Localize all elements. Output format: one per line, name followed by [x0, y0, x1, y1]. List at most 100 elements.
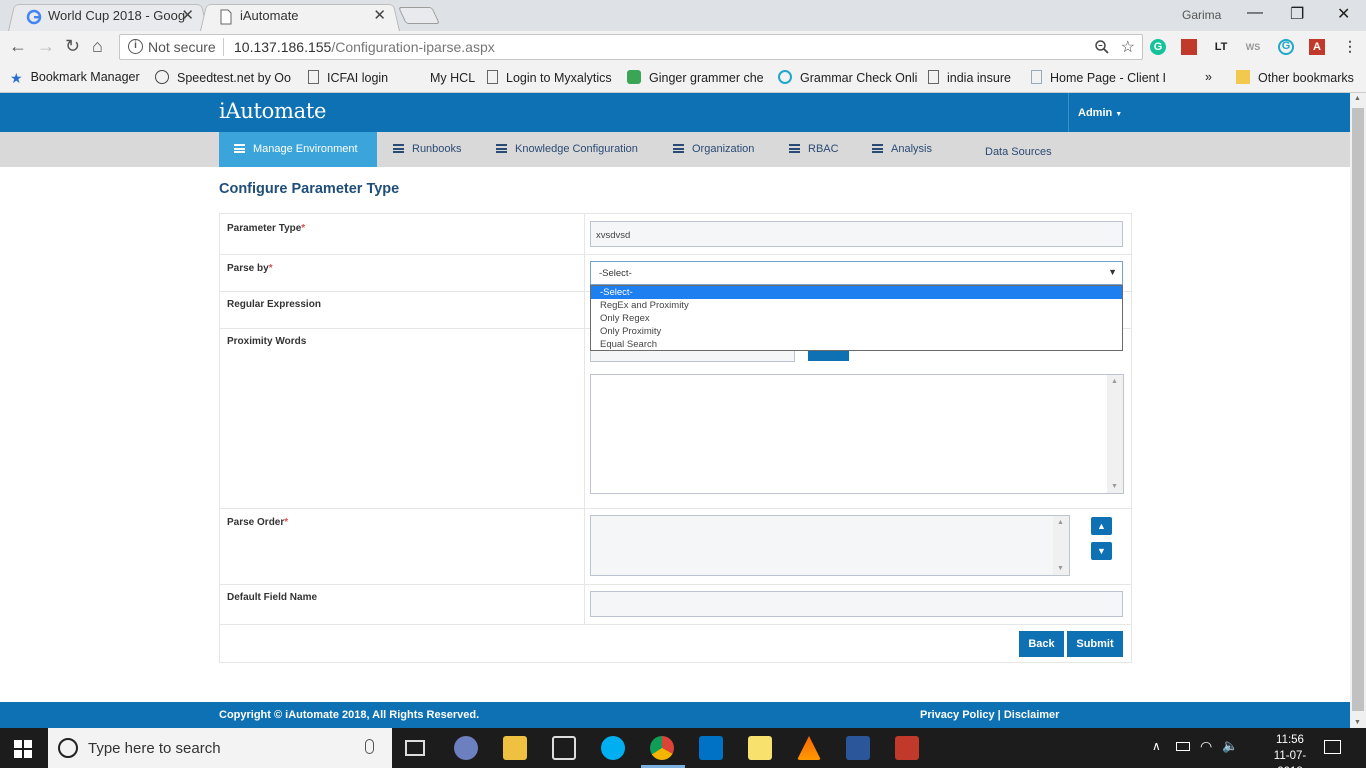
page-scrollbar[interactable]: ▲ ▼ [1350, 93, 1366, 728]
copyright-text: Copyright © iAutomate 2018, All Rights R… [219, 709, 480, 721]
cortana-icon [58, 738, 78, 758]
outlook-icon[interactable] [699, 736, 723, 760]
bookmark-item[interactable]: india insure [928, 70, 1011, 85]
bookmarks-bar: ★ Bookmark Manager Speedtest.net by Oo IC… [0, 63, 1366, 93]
page-icon [308, 70, 319, 84]
profile-name[interactable]: Garima [1182, 8, 1221, 22]
info-icon[interactable]: i [128, 39, 143, 54]
option-regex-and-proximity[interactable]: RegEx and Proximity [591, 299, 1122, 312]
tab-title: World Cup 2018 - Google [48, 8, 186, 23]
sticky-notes-icon[interactable] [748, 736, 772, 760]
privacy-policy-link[interactable]: Privacy Policy [920, 709, 995, 721]
home-icon[interactable]: ⌂ [92, 36, 103, 57]
extension-red-icon[interactable] [1181, 39, 1197, 55]
app-logo[interactable]: iAutomate [219, 99, 326, 123]
nav-manage-environment[interactable]: Manage Environment [219, 132, 377, 167]
nav-analysis[interactable]: Analysis [872, 132, 932, 167]
parameter-type-input[interactable]: xvsdvsd [590, 221, 1123, 247]
disclaimer-link[interactable]: Disclaimer [1004, 709, 1060, 721]
nav-organization[interactable]: Organization [673, 132, 754, 167]
option-only-regex[interactable]: Only Regex [591, 312, 1122, 325]
bookmark-item[interactable]: ★ Bookmark Manager [10, 70, 140, 86]
option-select[interactable]: -Select- [591, 286, 1122, 299]
list-icon [872, 144, 883, 153]
scroll-up-icon: ▲ [1057, 519, 1064, 526]
bookmark-item[interactable]: Ginger grammer che [627, 70, 764, 85]
nav-runbooks[interactable]: Runbooks [393, 132, 462, 167]
microphone-icon[interactable] [365, 739, 374, 754]
chrome-icon[interactable] [650, 736, 674, 760]
tab-iautomate[interactable]: iAutomate ✕ [200, 2, 400, 31]
star-bookmark-icon[interactable]: ☆ [1121, 37, 1135, 57]
submit-button[interactable]: Submit [1067, 631, 1123, 657]
url-text: 10.137.186.155/Configuration-iparse.aspx [234, 39, 495, 55]
wifi-icon[interactable]: ◠ [1200, 738, 1212, 755]
system-clock[interactable]: 11:56 11-07-2018 [1262, 732, 1318, 780]
option-only-proximity[interactable]: Only Proximity [591, 325, 1122, 338]
page-icon [928, 70, 939, 84]
scrollbar[interactable]: ▲ ▼ [1107, 375, 1123, 493]
move-up-button[interactable]: ▲ [1091, 517, 1112, 535]
close-tab-icon[interactable]: ✕ [373, 6, 386, 24]
task-view-icon[interactable] [405, 740, 425, 756]
grammar-check-icon[interactable]: G [1278, 39, 1294, 55]
nav-rbac[interactable]: RBAC [789, 132, 839, 167]
move-down-button[interactable]: ▼ [1091, 542, 1112, 560]
back-arrow-icon[interactable]: ← [9, 36, 27, 57]
security-label: Not secure [148, 39, 216, 55]
calculator-icon[interactable] [552, 736, 576, 760]
chevron-up-icon[interactable]: ∧ [1152, 739, 1161, 753]
file-explorer-icon[interactable] [503, 736, 527, 760]
scroll-thumb[interactable] [1352, 108, 1364, 711]
admin-menu[interactable]: Admin ▼ [1078, 107, 1122, 119]
nav-data-sources[interactable]: Data Sources [985, 132, 1052, 167]
browser-tab-strip: World Cup 2018 - Google ✕ iAutomate ✕ Ga… [0, 0, 1366, 31]
notifications-icon[interactable] [1324, 740, 1341, 754]
windows-start-icon[interactable] [14, 740, 32, 758]
new-tab-button[interactable] [398, 7, 440, 24]
acrobat-icon[interactable] [895, 736, 919, 760]
back-button[interactable]: Back [1019, 631, 1064, 657]
forward-arrow-icon[interactable]: → [37, 36, 55, 57]
bookmark-item[interactable]: Login to Myxalytics [487, 70, 612, 85]
address-bar[interactable]: i Not secure 10.137.186.155/Configuratio… [119, 34, 1143, 60]
main-nav: Manage Environment Runbooks Knowledge Co… [0, 132, 1350, 167]
arrow-down-icon: ▼ [1097, 546, 1106, 556]
chrome-menu-icon[interactable]: ⋮ [1342, 39, 1358, 55]
grammarly-icon[interactable]: G [1150, 39, 1166, 55]
vlc-icon[interactable] [797, 736, 821, 760]
bookmarks-overflow-icon[interactable]: » [1205, 70, 1212, 84]
reload-icon[interactable]: ↻ [65, 36, 80, 57]
tab-world-cup[interactable]: World Cup 2018 - Google ✕ [8, 2, 208, 31]
close-tab-icon[interactable]: ✕ [181, 6, 194, 24]
page-title: Configure Parameter Type [219, 181, 400, 197]
minimize-icon[interactable]: — [1247, 4, 1263, 22]
close-window-icon[interactable]: ✕ [1337, 4, 1350, 24]
default-field-name-input[interactable] [590, 591, 1123, 617]
proximity-words-list[interactable]: ▲ ▼ [590, 374, 1124, 494]
acrobat-icon[interactable]: A [1309, 39, 1325, 55]
app-icon[interactable] [454, 736, 478, 760]
bookmark-item[interactable]: Grammar Check Onli [778, 70, 917, 85]
zoom-icon[interactable] [1094, 39, 1110, 55]
other-bookmarks[interactable]: Other bookmarks [1236, 70, 1354, 85]
battery-icon[interactable] [1176, 742, 1190, 751]
taskbar-search[interactable]: Type here to search [48, 728, 392, 768]
bookmark-item[interactable]: My HCL [408, 70, 475, 85]
extension-ws-icon[interactable]: WS [1245, 39, 1261, 55]
restore-icon[interactable]: ❐ [1290, 4, 1304, 24]
nav-knowledge-configuration[interactable]: Knowledge Configuration [496, 132, 638, 167]
scrollbar[interactable]: ▲ ▼ [1053, 516, 1069, 575]
parse-order-list[interactable]: ▲ ▼ [590, 515, 1070, 576]
option-equal-search[interactable]: Equal Search [591, 338, 1122, 351]
word-icon[interactable] [846, 736, 870, 760]
scroll-down-icon: ▼ [1111, 483, 1118, 490]
bookmark-item[interactable]: Speedtest.net by Oo [155, 70, 291, 85]
app-header: iAutomate Admin ▼ [0, 93, 1350, 132]
volume-muted-icon[interactable]: 🔈 [1222, 738, 1238, 754]
bookmark-item[interactable]: ICFAI login [308, 70, 388, 85]
bookmark-item[interactable]: Home Page - Client I [1031, 70, 1166, 85]
parse-by-select[interactable]: -Select- ▼ [590, 261, 1123, 285]
skype-icon[interactable] [601, 736, 625, 760]
languagetool-icon[interactable]: LT [1213, 39, 1229, 55]
